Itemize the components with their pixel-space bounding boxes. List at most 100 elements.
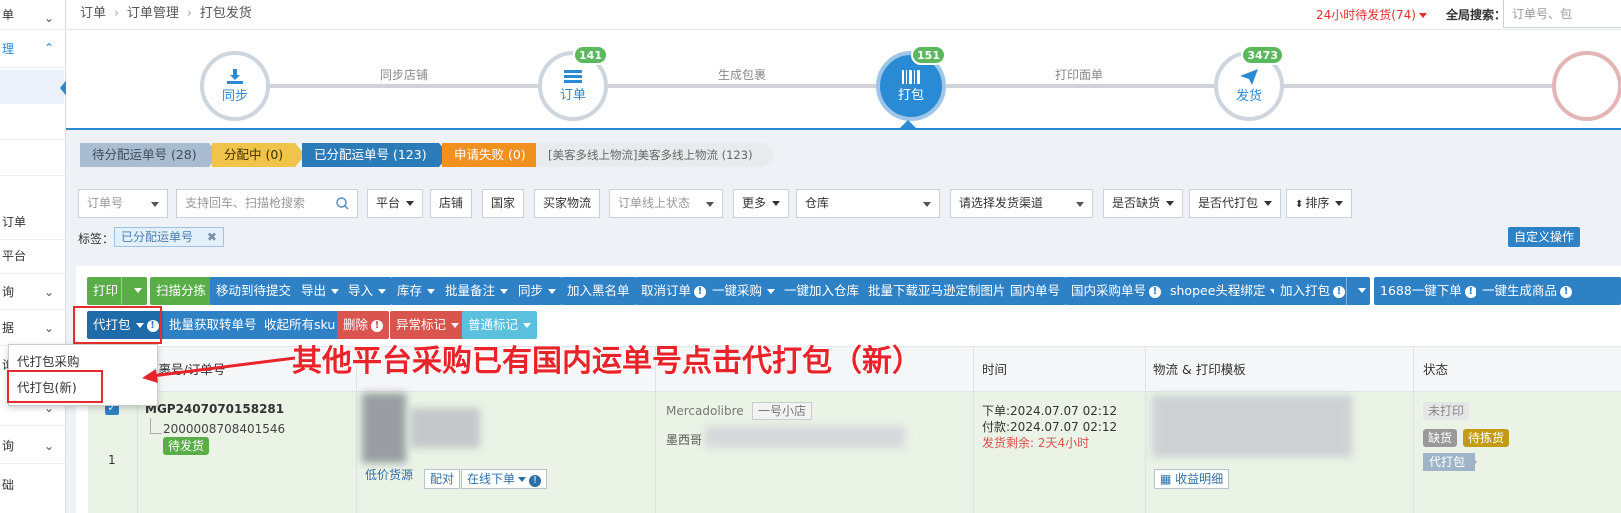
shop-button[interactable]: 店铺 [430, 189, 473, 218]
sidebar-item-manage[interactable]: 理 ⌃ [0, 30, 66, 68]
status-badge: 待发货 [163, 437, 210, 455]
tab-logistics-filter[interactable]: [美客多线上物流]美客多线上物流 (123) [536, 143, 775, 167]
sidebar-subitem-platform[interactable]: 平台 [0, 238, 66, 274]
tab-failed[interactable]: 申请失败 (0) [442, 143, 548, 167]
tab-pending-tracking[interactable]: 待分配运单号 (28) [80, 143, 219, 167]
batch-transfer-no-button[interactable]: 批量获取转单号 [163, 311, 263, 339]
profit-detail-button[interactable]: ▦ 收益明细 [1154, 469, 1230, 489]
sidebar-subitem[interactable] [0, 140, 66, 176]
online-order-button[interactable]: 在线下单! [461, 469, 548, 489]
custom-action-button[interactable]: 自定义操作 [1508, 227, 1581, 247]
move-to-pending-button[interactable]: 移动到待提交 [210, 277, 298, 305]
order-no-select[interactable]: 订单号 [78, 189, 168, 218]
delete-button[interactable]: 删除! [337, 311, 390, 339]
sidebar-subitem-order[interactable]: 订单 [0, 204, 66, 240]
export-button[interactable]: 导出 [295, 277, 346, 305]
platform-name: Mercadolibre [666, 404, 744, 418]
breadcrumb-item[interactable]: 订单管理 [127, 6, 179, 21]
product-image[interactable] [362, 393, 406, 463]
close-icon[interactable]: ✖ [207, 230, 217, 244]
add-to-pack-button[interactable]: 加入打包! [1274, 277, 1370, 305]
info-icon: ! [529, 475, 542, 487]
batch-note-button[interactable]: 批量备注 [439, 277, 515, 305]
workflow-step-pack[interactable]: 打包 151 [876, 45, 946, 121]
out-of-stock-dropdown[interactable]: 是否缺货 [1103, 189, 1184, 218]
low-price-source-link[interactable]: 低价货源 [365, 466, 413, 483]
blacklist-button[interactable]: 加入黑名单 [561, 277, 636, 305]
channel-select[interactable]: 请选择发货渠道 [950, 189, 1093, 218]
product-info-blurred [410, 408, 480, 448]
warehouse-select[interactable]: 仓库 [796, 189, 940, 218]
caret-down-icon [523, 323, 532, 328]
more-dropdown[interactable]: 更多 [733, 189, 790, 218]
order-number[interactable]: 2000008708401546 [163, 422, 285, 436]
pending-ship-alert[interactable]: 24小时待发货(74) [1316, 6, 1427, 23]
buyer-logistics-button[interactable]: 买家物流 [534, 189, 601, 218]
sidebar-item-query3[interactable]: 询 ⌄ [0, 428, 66, 464]
collapse-sku-button[interactable]: 收起所有sku [258, 311, 342, 339]
platform-dropdown[interactable]: 平台 [367, 189, 424, 218]
sidebar-item-label: 平台 [2, 249, 27, 263]
sidebar-item-base[interactable]: 础 [0, 466, 66, 502]
search-icon[interactable] [336, 197, 349, 210]
online-status-select[interactable]: 订单线上状态 [609, 189, 723, 218]
workflow-step-next[interactable] [1552, 51, 1621, 121]
download-amazon-images-button[interactable]: 批量下载亚马逊定制图片 [862, 277, 1012, 305]
sidebar-item-order[interactable]: 单 ⌄ [0, 0, 66, 30]
sidebar-item-query[interactable]: 询 ⌄ [0, 274, 66, 310]
pending-ship-alert-text: 24小时待发货(74) [1316, 8, 1416, 22]
1688-order-button[interactable]: 1688一键下单! [1374, 277, 1483, 305]
inventory-button[interactable]: 库存 [391, 277, 442, 305]
tab-allocated[interactable]: 已分配运单号 (123) [302, 143, 449, 167]
tab-allocating[interactable]: 分配中 (0) [212, 143, 306, 167]
package-number[interactable]: MGP2407070158281 [145, 402, 284, 416]
exception-mark-button[interactable]: 异常标记 [390, 311, 466, 339]
domestic-tracking-button[interactable]: 国内单号 [1004, 277, 1067, 305]
country-name: 墨西哥 [666, 433, 703, 447]
scan-sort-button[interactable]: 扫描分拣 [150, 277, 213, 305]
caret-down-icon [151, 202, 159, 207]
caret-down-icon [406, 201, 415, 206]
sidebar-item-label: 础 [2, 477, 15, 492]
shopee-binding-button[interactable]: shopee头程绑定 [1164, 277, 1285, 305]
proxy-pack-badge: 代打包 [1423, 453, 1476, 471]
sidebar-item-label: 理 [2, 42, 15, 56]
global-search-input[interactable]: 订单号、包 [1503, 0, 1621, 28]
sort-dropdown[interactable]: ⬍ 排序 [1286, 189, 1353, 218]
workflow-connector-label: 生成包裹 [718, 68, 767, 82]
sidebar-item-data[interactable]: 据 ⌄ [0, 310, 66, 346]
column-header-time: 时间 [982, 362, 1008, 377]
sidebar-subitem[interactable] [0, 104, 66, 140]
active-tag-chip: 已分配运单号 ✖ [114, 227, 224, 247]
match-button[interactable]: 配对 [424, 469, 461, 489]
caret-down-icon[interactable] [134, 288, 142, 293]
cancel-order-button[interactable]: 取消订单! [635, 277, 713, 305]
table-row[interactable] [88, 392, 1621, 513]
info-icon: ! [371, 319, 384, 332]
workflow-step-ship[interactable]: 发货 3473 [1214, 45, 1284, 121]
sidebar-active-item[interactable] [0, 70, 64, 104]
domestic-purchase-no-button[interactable]: 国内采购单号! [1065, 277, 1168, 305]
workflow-bar: 同步店铺 生成包裹 打印面单 同步 订单 141 打包 151 发货 3473 [66, 30, 1621, 130]
menu-item-proxy-purchase[interactable]: 代打包采购 [17, 351, 80, 370]
channel-select-label: 请选择发货渠道 [959, 196, 1044, 210]
print-button[interactable]: 打印 [87, 277, 147, 305]
generate-product-button[interactable]: 一键生成商品! [1476, 277, 1621, 305]
add-to-warehouse-button[interactable]: 一键加入仓库 [778, 277, 866, 305]
sidebar-item-label: 询 [2, 439, 15, 453]
one-click-purchase-button[interactable]: 一键采购 [706, 277, 782, 305]
country-button[interactable]: 国家 [482, 189, 525, 218]
caret-down-icon[interactable] [1358, 288, 1366, 293]
column-header-status: 状态 [1423, 362, 1449, 377]
import-button[interactable]: 导入 [342, 277, 393, 305]
shop-name: 一号小店 [752, 402, 813, 420]
breadcrumb-item[interactable]: 订单 [80, 6, 106, 21]
search-input[interactable]: 支持回车、扫描枪搜索 [176, 189, 358, 218]
workflow-step-sync[interactable]: 同步 [200, 51, 270, 121]
chevron-down-icon: ⌄ [43, 321, 54, 335]
sync-button[interactable]: 同步 [512, 277, 563, 305]
caret-down-icon [772, 201, 781, 206]
normal-mark-button[interactable]: 普通标记 [462, 311, 538, 339]
workflow-step-orders[interactable]: 订单 141 [538, 45, 608, 121]
proxy-pack-dropdown[interactable]: 是否代打包 [1189, 189, 1282, 218]
